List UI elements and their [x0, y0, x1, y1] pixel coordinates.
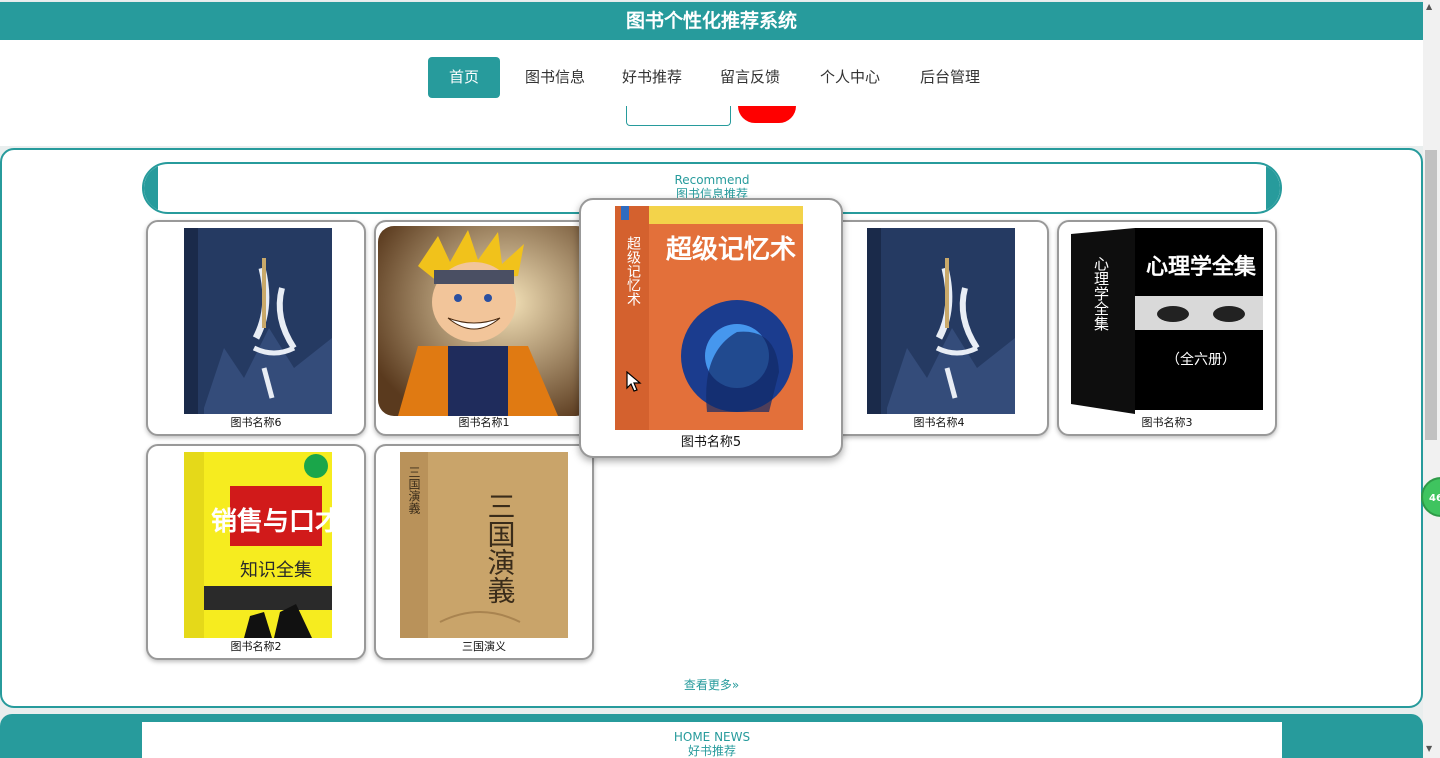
main-nav: 首页 图书信息 好书推荐 留言反馈 个人中心 后台管理 — [0, 40, 1423, 106]
book-cover-sanguo-icon: 三国演義 三国演義 — [400, 452, 568, 638]
news-title-cn: 好书推荐 — [687, 744, 736, 758]
book-name: 图书名称5 — [680, 435, 742, 450]
cover-subtitle: 知识全集 — [240, 560, 312, 581]
book-cover-naruto-icon — [378, 226, 592, 416]
cover-title: 销售与口才 — [211, 506, 332, 537]
book-card[interactable]: 心理学全集 （全六册） 心理学全集 图书名称3 — [1057, 220, 1277, 436]
badge-count: 46 — [1429, 493, 1440, 504]
nav-home[interactable]: 首页 — [428, 57, 500, 98]
news-title-box: HOME NEWS 好书推荐 — [142, 722, 1282, 758]
scrollbar-thumb[interactable] — [1425, 150, 1437, 440]
book-name: 图书名称3 — [1141, 416, 1193, 429]
cover-title: 心理学全集 — [1146, 254, 1257, 280]
svg-text:三国演義: 三国演義 — [407, 466, 421, 514]
book-name: 图书名称6 — [230, 416, 282, 429]
book-card-hovered[interactable]: 超级记忆术 超级记忆术 图书名称5 — [579, 198, 843, 458]
book-name: 图书名称2 — [230, 640, 282, 653]
site-title-bar: 图书个性化推荐系统 — [0, 2, 1423, 40]
mouse-cursor-icon — [626, 371, 642, 392]
book-name: 图书名称1 — [458, 416, 510, 429]
book-card[interactable]: 销售与口才 知识全集 图书名称2 — [146, 444, 366, 660]
book-cover-sales-eloquence-icon: 销售与口才 知识全集 — [184, 452, 332, 638]
book-cover-langyabang-icon — [184, 228, 332, 414]
search-button[interactable] — [738, 106, 796, 123]
cover-title: 超级记忆术 — [666, 234, 796, 265]
nav-book-info[interactable]: 图书信息 — [515, 57, 595, 98]
site-title: 图书个性化推荐系统 — [625, 10, 797, 32]
cover-subtitle: （全六册） — [1166, 351, 1236, 368]
news-title-en: HOME NEWS — [673, 730, 751, 744]
nav-admin[interactable]: 后台管理 — [910, 57, 990, 98]
scroll-up-icon[interactable]: ▲ — [1426, 2, 1432, 11]
title-cap-left — [144, 164, 158, 212]
scroll-down-icon[interactable]: ▼ — [1426, 744, 1432, 753]
book-name: 图书名称4 — [913, 416, 965, 429]
nav-feedback[interactable]: 留言反馈 — [710, 57, 790, 98]
nav-recommend[interactable]: 好书推荐 — [612, 57, 692, 98]
svg-text:超级记忆术: 超级记忆术 — [625, 236, 641, 306]
book-cover-super-memory-icon: 超级记忆术 超级记忆术 — [615, 206, 803, 430]
view-more-link[interactable]: 查看更多» — [0, 676, 1423, 693]
cover-title: 三国演義 — [484, 492, 517, 604]
title-cap-right — [1266, 164, 1280, 212]
recommend-title-en: Recommend — [674, 173, 750, 187]
book-card[interactable]: 图书名称1 — [374, 220, 594, 436]
search-input[interactable] — [626, 106, 731, 126]
search-strip — [0, 106, 1423, 146]
news-section: HOME NEWS 好书推荐 — [0, 714, 1423, 758]
book-name: 三国演义 — [462, 640, 506, 653]
book-cover-psychology-icon: 心理学全集 （全六册） 心理学全集 — [1071, 228, 1263, 414]
nav-user-center[interactable]: 个人中心 — [810, 57, 890, 98]
book-card[interactable]: 三国演義 三国演義 三国演义 — [374, 444, 594, 660]
svg-text:心理学全集: 心理学全集 — [1092, 256, 1110, 331]
book-card[interactable]: 图书名称6 — [146, 220, 366, 436]
book-card[interactable]: 图书名称4 — [829, 220, 1049, 436]
book-cover-langyabang-icon — [867, 228, 1015, 414]
